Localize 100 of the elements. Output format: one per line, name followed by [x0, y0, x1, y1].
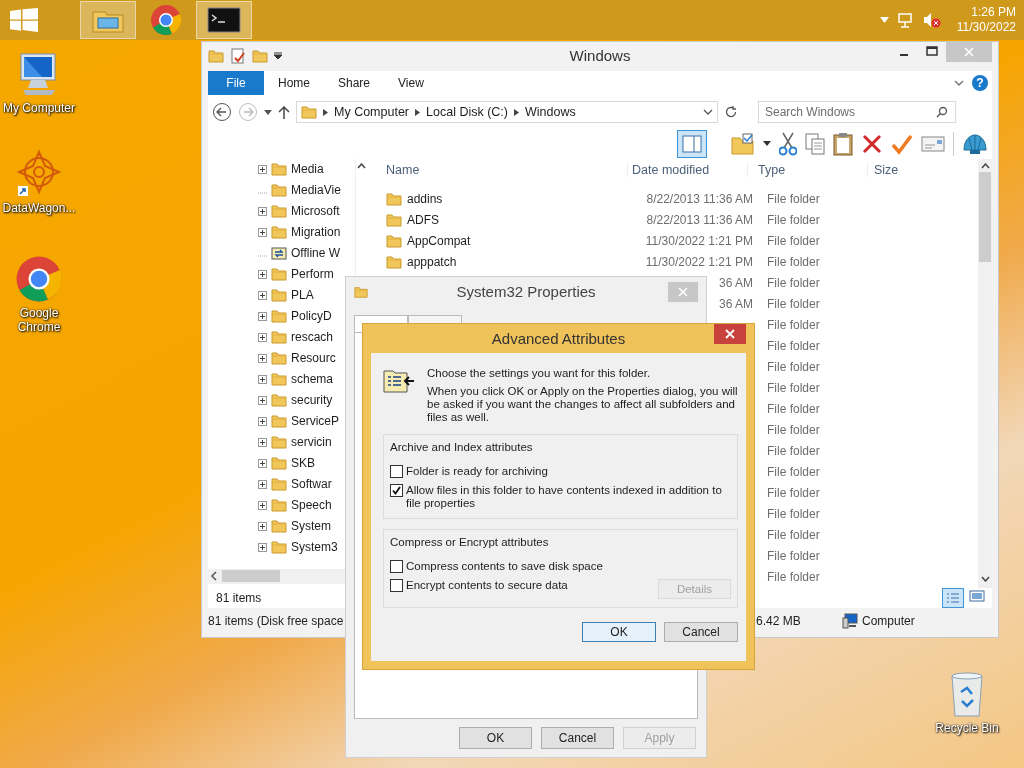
seashell-icon[interactable]: [962, 131, 988, 156]
column-header[interactable]: Type: [747, 162, 867, 177]
expand-icon[interactable]: [258, 521, 267, 531]
folder-check-icon[interactable]: [731, 132, 755, 155]
expand-icon[interactable]: [258, 479, 267, 489]
tree-item[interactable]: security: [291, 393, 333, 408]
tree-item[interactable]: Perform: [291, 267, 334, 282]
chevron-down-icon[interactable]: [954, 79, 964, 87]
star-emblem-icon[interactable]: [15, 150, 63, 198]
expand-icon[interactable]: [258, 500, 267, 510]
tree-item[interactable]: Resourc: [291, 351, 336, 366]
tree-item[interactable]: servicin: [291, 435, 332, 450]
ribbon-tab[interactable]: Share: [324, 76, 385, 91]
checkbox[interactable]: [390, 484, 403, 497]
delete-x-icon[interactable]: [861, 132, 883, 155]
chevron-right-icon[interactable]: [514, 108, 519, 116]
file-name[interactable]: addins: [407, 192, 443, 207]
tree-item[interactable]: Media: [291, 162, 324, 177]
details-view-icon[interactable]: [942, 587, 964, 608]
taskbar-button[interactable]: [196, 1, 252, 39]
tree-item[interactable]: PolicyD: [291, 309, 332, 324]
caret-icon[interactable]: [274, 51, 282, 60]
tree-item[interactable]: Offline W: [291, 246, 341, 261]
expand-icon[interactable]: [258, 353, 267, 363]
expand-icon[interactable]: [258, 374, 267, 384]
preview-pane-icon[interactable]: [677, 129, 707, 158]
file-tab[interactable]: File: [208, 71, 264, 96]
scroll-down-icon[interactable]: [980, 575, 990, 582]
expand-icon[interactable]: [258, 542, 267, 552]
expand-icon[interactable]: [258, 332, 267, 342]
breadcrumb[interactable]: My Computer: [334, 105, 410, 120]
tree-item[interactable]: schema: [291, 372, 334, 387]
dialog-button[interactable]: OK: [582, 622, 656, 642]
ribbon-tab[interactable]: Home: [264, 76, 324, 91]
caret-icon[interactable]: [763, 141, 771, 147]
tree-item[interactable]: Microsoft: [291, 204, 340, 219]
expand-icon[interactable]: [258, 416, 267, 426]
chevron-right-icon[interactable]: [415, 108, 421, 116]
scrollbar-thumb[interactable]: [979, 171, 991, 262]
column-header[interactable]: Date modified: [627, 162, 747, 177]
scroll-up-icon[interactable]: [356, 162, 366, 169]
tree-item[interactable]: rescach: [291, 330, 334, 345]
clipboard-icon[interactable]: [833, 131, 853, 156]
checkbox[interactable]: [390, 579, 403, 592]
expand-icon[interactable]: [258, 395, 267, 405]
tree-item[interactable]: MediaVie: [291, 183, 341, 198]
round-logo-icon[interactable]: [15, 255, 63, 303]
checkbox-label[interactable]: Compress contents to save disk space: [406, 560, 603, 573]
checkbox-label[interactable]: Folder is ready for archiving: [406, 465, 548, 478]
caret-icon[interactable]: [264, 109, 272, 115]
checkmark-icon[interactable]: [891, 132, 913, 155]
tree-item[interactable]: Softwar: [291, 477, 332, 492]
expand-icon[interactable]: [258, 458, 267, 468]
chevron-down-icon[interactable]: [703, 108, 713, 116]
expand-icon[interactable]: [258, 164, 267, 174]
checkbox[interactable]: [390, 560, 403, 573]
dialog-button[interactable]: Cancel: [664, 622, 738, 642]
dialog-button[interactable]: Cancel: [541, 727, 614, 749]
breadcrumb[interactable]: Local Disk (C:): [426, 105, 508, 120]
up-arrow-icon[interactable]: [278, 105, 290, 120]
copy-icon[interactable]: [805, 132, 825, 155]
dialog-button[interactable]: OK: [459, 727, 532, 749]
expand-icon[interactable]: [258, 290, 267, 300]
tree-item[interactable]: System: [291, 519, 331, 534]
properties-icon[interactable]: [230, 47, 246, 64]
address-bar[interactable]: My Computer Local Disk (C:) Windows: [296, 101, 718, 124]
tree-item[interactable]: System3: [291, 540, 338, 555]
tree-item[interactable]: SKB: [291, 456, 315, 471]
chevron-right-icon[interactable]: [323, 108, 328, 116]
scissors-icon[interactable]: [779, 131, 797, 156]
scrollbar-thumb[interactable]: [222, 570, 280, 583]
checkbox[interactable]: [390, 465, 403, 478]
tree-item[interactable]: Migration: [291, 225, 341, 240]
back-button[interactable]: [212, 102, 232, 123]
file-name[interactable]: AppCompat: [407, 234, 471, 249]
file-name[interactable]: apppatch: [407, 255, 457, 270]
column-header[interactable]: Name: [366, 162, 627, 177]
file-name[interactable]: ADFS: [407, 213, 439, 228]
scroll-up-icon[interactable]: [980, 162, 990, 169]
column-header[interactable]: Size: [867, 162, 899, 177]
checkbox-label[interactable]: Encrypt contents to secure data: [406, 579, 568, 592]
vertical-scrollbar[interactable]: [978, 158, 992, 588]
start-button[interactable]: [10, 8, 38, 32]
speaker-muted-icon[interactable]: [922, 12, 941, 28]
expand-icon[interactable]: [258, 269, 267, 279]
expand-icon[interactable]: [258, 437, 267, 447]
search-field[interactable]: Search Windows: [758, 101, 956, 124]
expand-icon[interactable]: [258, 311, 267, 321]
breadcrumb[interactable]: Windows: [525, 105, 576, 120]
expand-icon[interactable]: [258, 206, 267, 216]
tree-item[interactable]: ServiceP: [291, 414, 340, 429]
scroll-left-icon[interactable]: [210, 571, 218, 582]
ribbon-tab[interactable]: View: [384, 76, 438, 91]
expand-icon[interactable]: [258, 227, 267, 237]
tree-item[interactable]: PLA: [291, 288, 314, 303]
tree-item[interactable]: Speech: [291, 498, 332, 513]
close-button[interactable]: [714, 324, 746, 344]
refresh-icon[interactable]: [724, 105, 738, 120]
checkbox-label[interactable]: Allow files in this folder to have contents indexed in addition to file properties: [406, 484, 731, 510]
help-button[interactable]: ?: [972, 75, 988, 92]
